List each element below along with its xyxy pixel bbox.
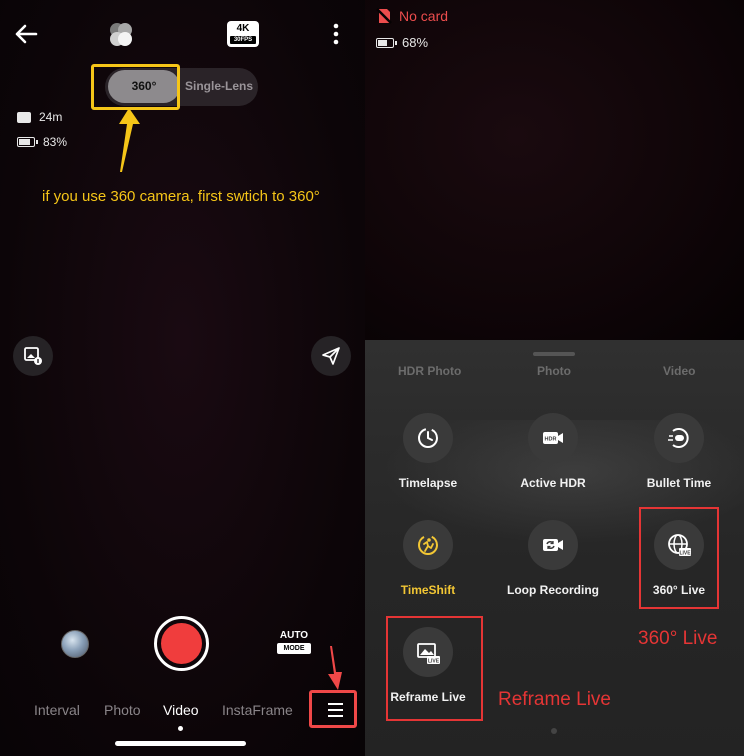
annotation-360-live: 360° Live [638, 628, 718, 649]
battery-status: 83% [17, 134, 67, 150]
auto-label: AUTO [279, 630, 309, 641]
battery-status: 68% [376, 35, 428, 50]
mode-active-hdr[interactable]: HDR Active HDR [498, 413, 608, 490]
storage-remaining: 24m [39, 110, 63, 124]
annotation-arrow-red [328, 646, 342, 690]
timelapse-icon [403, 413, 453, 463]
battery-icon [17, 137, 38, 147]
category-video[interactable]: Video [663, 364, 695, 378]
mode-timelapse[interactable]: Timelapse [373, 413, 483, 490]
category-hdr-photo[interactable]: HDR Photo [398, 364, 461, 378]
annotation-switch-to-360: if you use 360 camera, first swtich to 3… [42, 188, 320, 205]
mode-label: Loop Recording [507, 583, 599, 597]
mode-label: Timelapse [398, 476, 458, 490]
resolution-label: 4K [236, 23, 250, 34]
mode-label: Bullet Time [646, 476, 712, 490]
highlight-box-360 [91, 64, 180, 110]
mode-loop-recording[interactable]: Loop Recording [498, 520, 608, 597]
tab-interval[interactable]: Interval [34, 702, 80, 718]
toggle-single-lens-option[interactable]: Single-Lens [183, 70, 255, 103]
highlight-box-reframe-live [386, 616, 483, 721]
tab-video[interactable]: Video [163, 702, 199, 718]
active-tab-indicator [178, 726, 183, 731]
page-indicator [551, 728, 557, 734]
category-photo[interactable]: Photo [537, 364, 571, 378]
avatar[interactable] [61, 630, 89, 658]
battery-percent: 83% [43, 135, 68, 149]
menu-icon [328, 703, 343, 705]
sd-card-icon [17, 111, 31, 123]
hdr-icon: HDR [528, 413, 578, 463]
share-button[interactable] [311, 336, 351, 376]
panel-grabber[interactable] [533, 352, 575, 356]
camera-viewfinder-screen: 4K 30FPS 360° Single-Lens 24m 83% if you… [0, 0, 365, 756]
card-status-label: No card [399, 8, 449, 24]
mode-bullet-time[interactable]: Bullet Time [624, 413, 734, 490]
mode-label: MODE [277, 643, 311, 654]
battery-icon [376, 37, 397, 48]
annotation-arrow-yellow [119, 108, 140, 172]
storage-status: 24m [17, 109, 62, 125]
record-button[interactable] [154, 616, 209, 671]
highlight-box-360-live [639, 507, 719, 609]
menu-button[interactable] [309, 690, 357, 728]
timeshift-icon [403, 520, 453, 570]
tab-instaframe[interactable]: InstaFrame [222, 702, 293, 718]
card-status: No card [376, 8, 448, 24]
lens-icon[interactable] [106, 20, 136, 50]
battery-percent: 68% [402, 35, 429, 50]
send-icon [322, 347, 340, 365]
more-icon[interactable] [330, 22, 342, 46]
no-card-icon [376, 8, 392, 24]
svg-text:HDR: HDR [545, 437, 557, 443]
bullet-time-icon [654, 413, 704, 463]
tab-photo[interactable]: Photo [104, 702, 141, 718]
shooting-mode-screen: No card 68% HDR Photo Photo Video Timela… [365, 0, 744, 756]
viewfinder-preview [365, 0, 744, 340]
record-dot [161, 623, 202, 664]
fps-label: 30FPS [230, 36, 256, 44]
menu-icon-line [328, 715, 343, 717]
home-indicator[interactable] [115, 741, 246, 746]
resolution-badge[interactable]: 4K 30FPS [227, 21, 259, 47]
mode-timeshift[interactable]: TimeShift [373, 520, 483, 597]
annotation-reframe-live: Reframe Live [498, 689, 611, 710]
gallery-icon [24, 347, 42, 365]
mode-label: TimeShift [400, 583, 456, 597]
mode-label: Active HDR [520, 476, 586, 490]
loop-recording-icon [528, 520, 578, 570]
menu-icon-line [328, 709, 343, 711]
gallery-button[interactable] [13, 336, 53, 376]
back-arrow-icon[interactable] [12, 22, 40, 46]
auto-mode-button[interactable]: AUTO MODE [277, 631, 311, 654]
